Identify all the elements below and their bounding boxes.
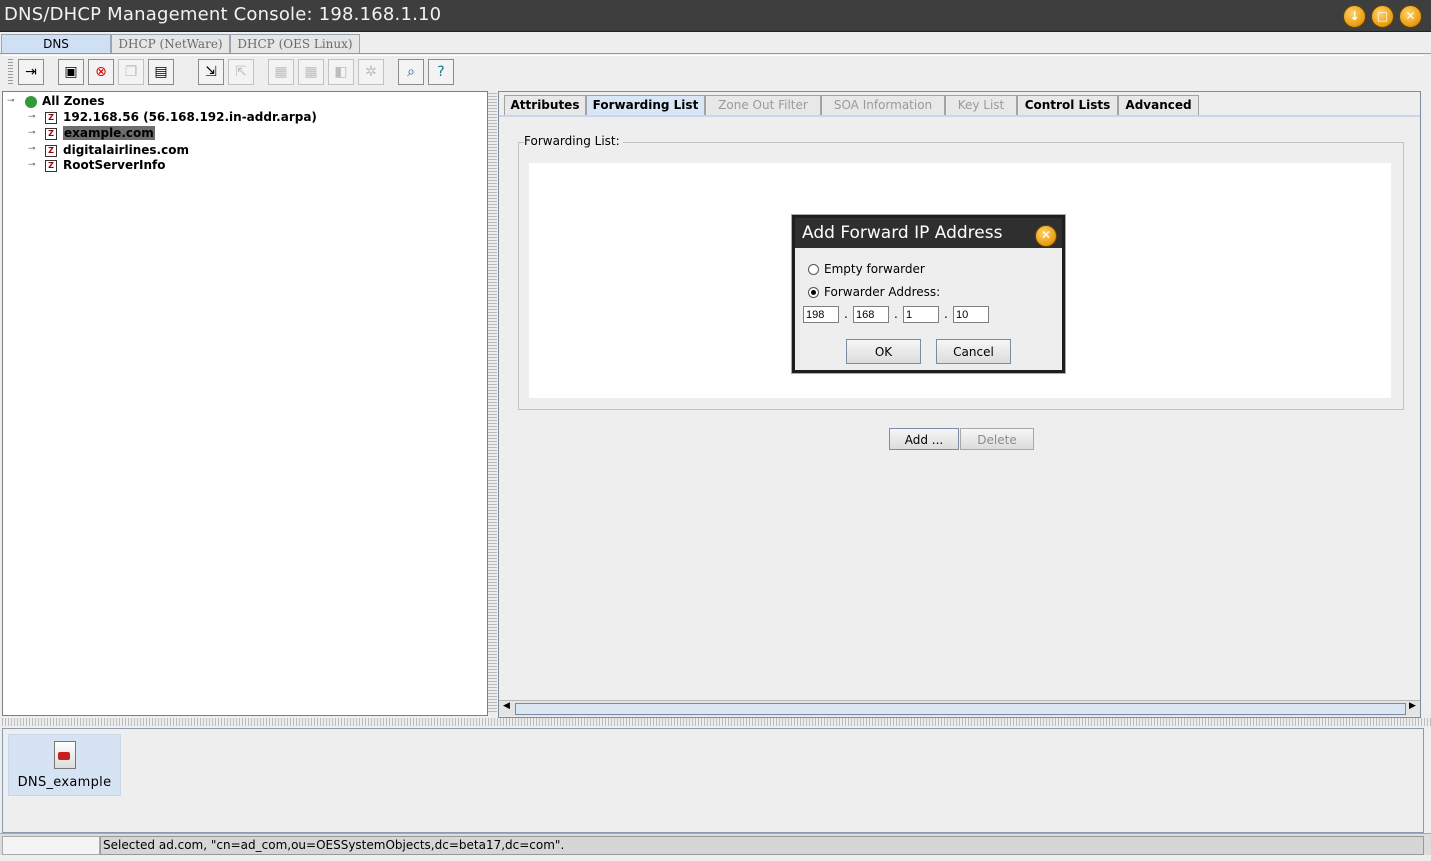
- scroll-left-icon[interactable]: ◀: [503, 701, 510, 711]
- zone-tree: ⊸ All Zones ⊸ Z 192.168.56 (56.168.192.in…: [2, 91, 488, 716]
- minimize-icon[interactable]: ↓: [1343, 5, 1366, 28]
- tab-soa-information[interactable]: SOA Information: [821, 95, 945, 115]
- pane-splitter[interactable]: [488, 91, 497, 714]
- dialog-titlebar: Add Forward IP Address ✕: [795, 218, 1062, 248]
- tab-underline: [499, 115, 1420, 117]
- ip-octet-3[interactable]: [903, 306, 939, 323]
- search-icon[interactable]: ⌕: [398, 59, 424, 85]
- settings-icon[interactable]: ✲: [358, 59, 384, 85]
- zone-icon: Z: [45, 144, 57, 157]
- tab-advanced[interactable]: Advanced: [1118, 95, 1199, 115]
- tree-item-label: example.com: [63, 126, 155, 140]
- tree-item-rootserverinfo[interactable]: Z RootServerInfo: [45, 158, 166, 172]
- delete-button[interactable]: Delete: [960, 428, 1034, 450]
- status-text: Selected ad.com, "cn=ad_com,ou=OESSystem…: [100, 836, 1424, 855]
- ip-octet-2[interactable]: [853, 306, 889, 323]
- services-panel: DNS_example: [2, 728, 1424, 833]
- status-indicator: [2, 836, 100, 855]
- tree-item-label: RootServerInfo: [63, 158, 166, 172]
- stop-icon[interactable]: ▦: [298, 59, 324, 85]
- tab-dhcp-netware[interactable]: DHCP (NetWare): [111, 34, 230, 53]
- tree-root-all-zones[interactable]: All Zones: [25, 94, 104, 108]
- bottom-splitter[interactable]: [0, 718, 1431, 726]
- import-icon[interactable]: ⇲: [198, 59, 224, 85]
- tab-dns[interactable]: DNS: [1, 34, 111, 53]
- tab-control-lists[interactable]: Control Lists: [1017, 95, 1118, 115]
- create-icon[interactable]: ▣: [58, 59, 84, 85]
- toolbar: ⇥ ▣ ⊗ ❐ ▤ ⇲ ⇱ ▦ ▦ ◧ ✲ ⌕ ?: [2, 55, 1424, 89]
- service-tabs: DNS DHCP (NetWare) DHCP (OES Linux): [0, 33, 1431, 54]
- empty-forwarder-radio[interactable]: [808, 264, 819, 275]
- ip-separator: .: [844, 307, 848, 321]
- tab-key-list[interactable]: Key List: [945, 95, 1017, 115]
- add-button[interactable]: Add ...: [889, 428, 959, 450]
- toolbar-grip[interactable]: [8, 59, 13, 85]
- status-bar: Selected ad.com, "cn=ad_com,ou=OESSystem…: [0, 833, 1431, 855]
- tree-item-reverse-zone[interactable]: Z 192.168.56 (56.168.192.in-addr.arpa): [45, 110, 317, 124]
- tree-item-label: digitalairlines.com: [63, 143, 189, 157]
- add-forward-ip-dialog: Add Forward IP Address ✕ Empty forwarder…: [792, 215, 1065, 373]
- help-icon[interactable]: ?: [428, 59, 454, 85]
- start-icon[interactable]: ▦: [268, 59, 294, 85]
- tree-item-example-com[interactable]: Zexample.com: [45, 126, 155, 140]
- forwarder-address-radio[interactable]: [808, 287, 819, 298]
- tree-item-digitalairlines[interactable]: Zdigitalairlines.com: [45, 143, 189, 157]
- ok-button[interactable]: OK: [846, 339, 921, 364]
- service-label: DNS_example: [17, 775, 112, 790]
- expand-icon[interactable]: ⊸: [28, 112, 36, 122]
- tree-item-label: 192.168.56 (56.168.192.in-addr.arpa): [63, 110, 317, 124]
- tab-attributes[interactable]: Attributes: [504, 95, 586, 115]
- expand-icon[interactable]: ⊸: [28, 144, 36, 154]
- tab-forwarding-list[interactable]: Forwarding List: [586, 95, 705, 115]
- cancel-button[interactable]: Cancel: [936, 339, 1011, 364]
- close-icon[interactable]: ✕: [1399, 5, 1422, 28]
- collapse-icon[interactable]: ⊸: [7, 96, 15, 106]
- audit-icon[interactable]: ◧: [328, 59, 354, 85]
- delete-icon[interactable]: ⊗: [88, 59, 114, 85]
- service-dns-example[interactable]: DNS_example: [8, 734, 121, 796]
- server-icon: [53, 741, 76, 769]
- window-title: DNS/DHCP Management Console: 198.168.1.1…: [4, 4, 442, 25]
- ip-octet-4[interactable]: [953, 306, 989, 323]
- ip-separator: .: [894, 307, 898, 321]
- zone-icon: Z: [45, 127, 57, 140]
- scroll-thumb[interactable]: [515, 703, 1406, 715]
- window-titlebar: DNS/DHCP Management Console: 198.168.1.1…: [0, 0, 1431, 32]
- horizontal-scrollbar[interactable]: ◀ ▶: [499, 700, 1420, 716]
- expand-icon[interactable]: ⊸: [28, 160, 36, 170]
- empty-forwarder-label: Empty forwarder: [824, 262, 925, 276]
- globe-icon: [25, 95, 37, 108]
- dialog-title: Add Forward IP Address: [802, 223, 1003, 243]
- forwarder-address-label: Forwarder Address:: [824, 285, 941, 299]
- forwarding-list-label: Forwarding List:: [524, 134, 623, 148]
- copy-icon[interactable]: ❐: [118, 59, 144, 85]
- ip-separator: .: [944, 307, 948, 321]
- properties-icon[interactable]: ▤: [148, 59, 174, 85]
- export-icon[interactable]: ⇱: [228, 59, 254, 85]
- details-panel: Attributes Forwarding List Zone Out Filt…: [498, 91, 1421, 718]
- maximize-icon[interactable]: □: [1371, 5, 1394, 28]
- tree-root-label: All Zones: [42, 94, 105, 108]
- zone-icon: Z: [45, 159, 57, 172]
- tab-zone-out-filter[interactable]: Zone Out Filter: [705, 95, 821, 115]
- dialog-close-icon[interactable]: ✕: [1035, 225, 1057, 247]
- ip-octet-1[interactable]: [803, 306, 839, 323]
- tab-dhcp-oes-linux[interactable]: DHCP (OES Linux): [230, 34, 360, 53]
- zone-icon: Z: [45, 111, 57, 124]
- expand-icon[interactable]: ⊸: [28, 128, 36, 138]
- exit-icon[interactable]: ⇥: [18, 59, 44, 85]
- scroll-right-icon[interactable]: ▶: [1409, 701, 1416, 711]
